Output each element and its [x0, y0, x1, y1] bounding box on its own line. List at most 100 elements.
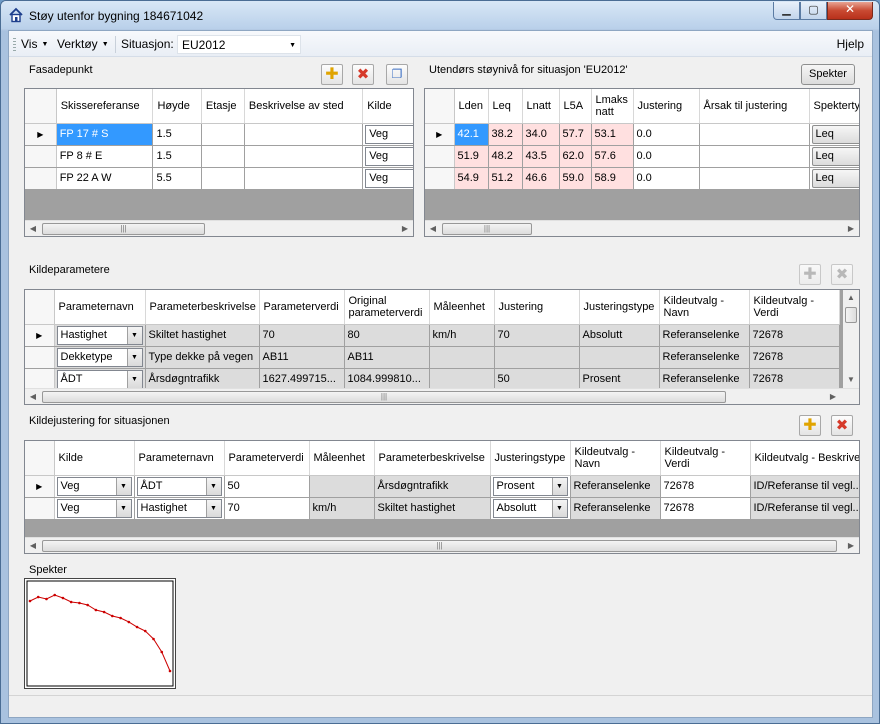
cell-leq[interactable]: 51.2: [488, 167, 523, 190]
cell-kilde[interactable]: Veg▼: [54, 497, 135, 520]
chevron-down-icon[interactable]: ▼: [126, 348, 142, 366]
cell-kildeutvalg-navn[interactable]: Referanselenke: [659, 346, 750, 369]
cell-skissereferanse[interactable]: FP 22 A W: [56, 167, 154, 190]
row-header[interactable]: ▶: [425, 123, 455, 146]
kilde-dropdown[interactable]: Veg▼: [56, 498, 132, 518]
row-header[interactable]: [25, 145, 57, 168]
cell-lnatt[interactable]: 34.0: [522, 123, 560, 146]
col-parameterverdi[interactable]: Parameterverdi: [259, 290, 345, 325]
table-row[interactable]: ÅDT ▼ Årsdøgntrafikk 1627.499715... 1084.…: [25, 368, 840, 391]
cell-justering[interactable]: 50: [494, 368, 580, 391]
chevron-down-icon[interactable]: ▼: [551, 477, 567, 495]
spekter-button[interactable]: Spekter: [801, 64, 855, 85]
cell-parameterbeskrivelse[interactable]: Type dekke på vegen: [145, 346, 260, 369]
chevron-down-icon[interactable]: ▼: [205, 499, 221, 517]
table-row[interactable]: FP 8 # E 1.5 Veg▼: [25, 145, 413, 168]
cell-leq[interactable]: 38.2: [488, 123, 523, 146]
kildeparametere-hscroll[interactable]: ◀ ||| ▶: [25, 388, 859, 404]
table-row[interactable]: ▶ Hastighet ▼ Skiltet hastighet 70 80 km/…: [25, 324, 840, 347]
cell-maleenhet[interactable]: [429, 368, 495, 391]
cell-leq[interactable]: 48.2: [488, 145, 523, 168]
maximize-button[interactable]: ▢: [800, 2, 827, 20]
col-l5a[interactable]: L5A: [559, 89, 592, 124]
cell-l5a[interactable]: 59.0: [559, 167, 592, 190]
cell-arsak[interactable]: [699, 145, 810, 168]
col-kildeutvalg-verdi[interactable]: Kildeutvalg - Verdi: [660, 441, 751, 476]
col-maleenhet[interactable]: Måleenhet: [429, 290, 495, 325]
chevron-down-icon[interactable]: ▼: [115, 499, 131, 517]
spektertype-button[interactable]: Leq: [811, 168, 859, 188]
menu-hjelp[interactable]: Hjelp: [837, 37, 864, 51]
cell-kilde[interactable]: Veg▼: [362, 167, 413, 190]
cell-parameterverdi[interactable]: 70: [224, 497, 310, 520]
col-leq[interactable]: Leq: [488, 89, 523, 124]
parameternavn-dropdown[interactable]: Hastighet ▼: [56, 325, 143, 345]
scroll-right-icon[interactable]: ▶: [843, 538, 859, 553]
table-row[interactable]: ▶ 42.1 38.2 34.0 57.7 53.1 0.0 Leq: [425, 123, 859, 146]
cell-kildeutvalg-verdi[interactable]: 72678: [660, 497, 751, 520]
cell-kildeutvalg-verdi[interactable]: 72678: [749, 324, 840, 347]
scroll-down-icon[interactable]: ▼: [843, 372, 859, 388]
cell-parameterverdi[interactable]: 1627.499715...: [259, 368, 345, 391]
cell-kilde[interactable]: Veg▼: [362, 145, 413, 168]
scroll-right-icon[interactable]: ▶: [397, 221, 413, 236]
cell-parameterbeskrivelse[interactable]: Årsdøgntrafikk: [374, 475, 491, 498]
scroll-left-icon[interactable]: ◀: [425, 221, 441, 236]
cell-kildeutvalg-navn[interactable]: Referanselenke: [570, 497, 661, 520]
cell-parameternavn[interactable]: Hastighet ▼: [134, 497, 225, 520]
col-lnatt[interactable]: Lnatt: [522, 89, 560, 124]
col-kildeutvalg-verdi[interactable]: Kildeutvalg - Verdi: [749, 290, 840, 325]
chevron-down-icon[interactable]: ▼: [115, 477, 131, 495]
cell-beskrivelse[interactable]: [244, 145, 364, 168]
cell-justering[interactable]: 0.0: [633, 123, 700, 146]
cell-l5a[interactable]: 57.7: [559, 123, 592, 146]
cell-kildeutvalg-navn[interactable]: Referanselenke: [570, 475, 661, 498]
scroll-thumb[interactable]: |||: [42, 223, 205, 235]
col-justering[interactable]: Justering: [494, 290, 580, 325]
scroll-thumb[interactable]: |||: [42, 540, 837, 552]
scroll-up-icon[interactable]: ▲: [843, 290, 859, 306]
table-row[interactable]: Veg ▼ Hastighet ▼ 70 km/h Skiltet hastighe…: [25, 497, 859, 520]
col-kildeutvalg-beskrivelse[interactable]: Kildeutvalg - Beskrivelse: [750, 441, 859, 476]
col-justeringstype[interactable]: Justeringstype: [579, 290, 660, 325]
fasadepunkt-add-button[interactable]: ✚: [321, 64, 343, 85]
table-row[interactable]: FP 22 A W 5.5 Veg▼: [25, 167, 413, 190]
table-row[interactable]: 54.9 51.2 46.6 59.0 58.9 0.0 Leq: [425, 167, 859, 190]
col-arsak[interactable]: Årsak til justering: [699, 89, 810, 124]
cell-kildeutvalg-verdi[interactable]: 72678: [749, 368, 840, 391]
parameternavn-dropdown[interactable]: Dekketype ▼: [56, 347, 143, 367]
cell-kildeutvalg-navn[interactable]: Referanselenke: [659, 324, 750, 347]
kilde-dropdown[interactable]: Veg▼: [56, 476, 132, 496]
cell-original[interactable]: 1084.999810...: [344, 368, 430, 391]
cell-kilde[interactable]: Veg▼: [362, 123, 413, 146]
scroll-right-icon[interactable]: ▶: [843, 221, 859, 236]
cell-parameternavn[interactable]: Hastighet ▼: [54, 324, 146, 347]
cell-spektertype[interactable]: Leq: [809, 167, 859, 190]
cell-maleenhet[interactable]: [429, 346, 495, 369]
kilde-dropdown[interactable]: Veg▼: [365, 124, 413, 144]
cell-lden[interactable]: 54.9: [454, 167, 489, 190]
col-skissereferanse[interactable]: Skissereferanse: [56, 89, 154, 124]
cell-maleenhet[interactable]: [309, 475, 375, 498]
row-header[interactable]: [25, 346, 55, 369]
cell-beskrivelse[interactable]: [244, 167, 364, 190]
minimize-button[interactable]: ▁: [773, 2, 800, 20]
cell-parameterverdi[interactable]: 70: [259, 324, 345, 347]
cell-lnatt[interactable]: 43.5: [522, 145, 560, 168]
kildejustering-add-button[interactable]: ✚: [799, 415, 821, 436]
row-header[interactable]: [425, 145, 455, 168]
cell-l5a[interactable]: 62.0: [559, 145, 592, 168]
cell-kildeutvalg-beskrivelse[interactable]: ID/Referanse til vegl...: [750, 497, 859, 520]
parameternavn-dropdown[interactable]: ÅDT ▼: [56, 369, 143, 389]
chevron-down-icon[interactable]: ▼: [551, 499, 567, 517]
cell-kildeutvalg-verdi[interactable]: 72678: [660, 475, 751, 498]
cell-original[interactable]: AB11: [344, 346, 430, 369]
cell-kildeutvalg-beskrivelse[interactable]: ID/Referanse til vegl...: [750, 475, 859, 498]
kildejustering-hscroll[interactable]: ◀ ||| ▶: [25, 537, 859, 553]
col-beskrivelse[interactable]: Beskrivelse av sted: [244, 89, 364, 124]
cell-justering[interactable]: 0.0: [633, 145, 700, 168]
col-maleenhet[interactable]: Måleenhet: [309, 441, 375, 476]
scroll-thumb[interactable]: [845, 307, 857, 323]
cell-maleenhet[interactable]: km/h: [309, 497, 375, 520]
col-kildeutvalg-navn[interactable]: Kildeutvalg - Navn: [570, 441, 661, 476]
